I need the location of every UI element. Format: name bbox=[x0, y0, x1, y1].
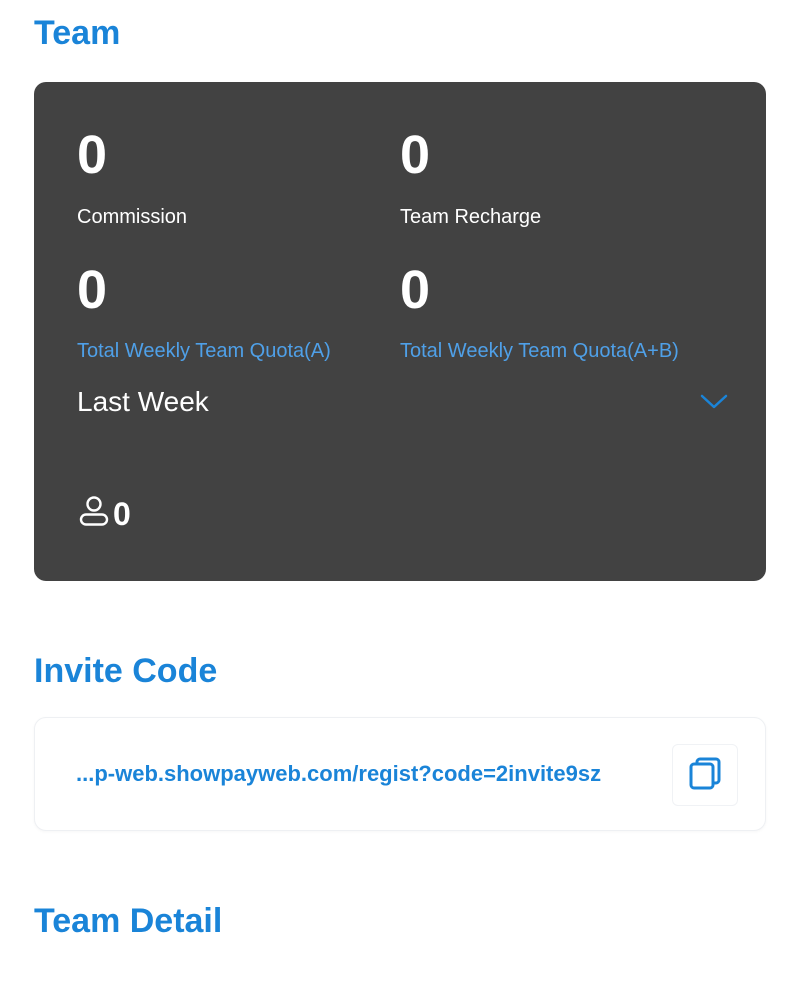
period-select-value: Last Week bbox=[77, 386, 209, 417]
period-select[interactable]: Last Week bbox=[77, 382, 729, 422]
page: Team 0 Commission 0 Team Recharge 0 Tota… bbox=[0, 0, 800, 994]
weekly-quota-a-label: Total Weekly Team Quota(A) bbox=[77, 340, 331, 362]
user-icon bbox=[77, 494, 111, 533]
team-stats-card: 0 Commission 0 Team Recharge 0 Total Wee… bbox=[34, 82, 766, 581]
invite-link[interactable]: ...p-web.showpayweb.com/regist?code=2inv… bbox=[76, 762, 672, 786]
invite-code-title: Invite Code bbox=[34, 652, 218, 690]
invite-code-box: ...p-web.showpayweb.com/regist?code=2inv… bbox=[34, 717, 766, 831]
team-section-title: Team bbox=[34, 14, 121, 52]
weekly-quota-ab-label: Total Weekly Team Quota(A+B) bbox=[400, 340, 679, 362]
weekly-quota-ab-value: 0 bbox=[400, 260, 431, 320]
team-recharge-label: Team Recharge bbox=[400, 206, 542, 228]
members-count-value: 0 bbox=[113, 495, 131, 532]
team-detail-title: Team Detail bbox=[34, 902, 223, 940]
team-recharge-value: 0 bbox=[400, 125, 431, 185]
copy-icon bbox=[687, 755, 723, 796]
weekly-quota-a-value: 0 bbox=[77, 260, 108, 320]
team-members-count: 0 bbox=[77, 494, 131, 533]
copy-button[interactable] bbox=[672, 744, 738, 806]
commission-value: 0 bbox=[77, 125, 108, 185]
commission-label: Commission bbox=[77, 206, 188, 228]
chevron-down-icon[interactable] bbox=[699, 392, 729, 412]
